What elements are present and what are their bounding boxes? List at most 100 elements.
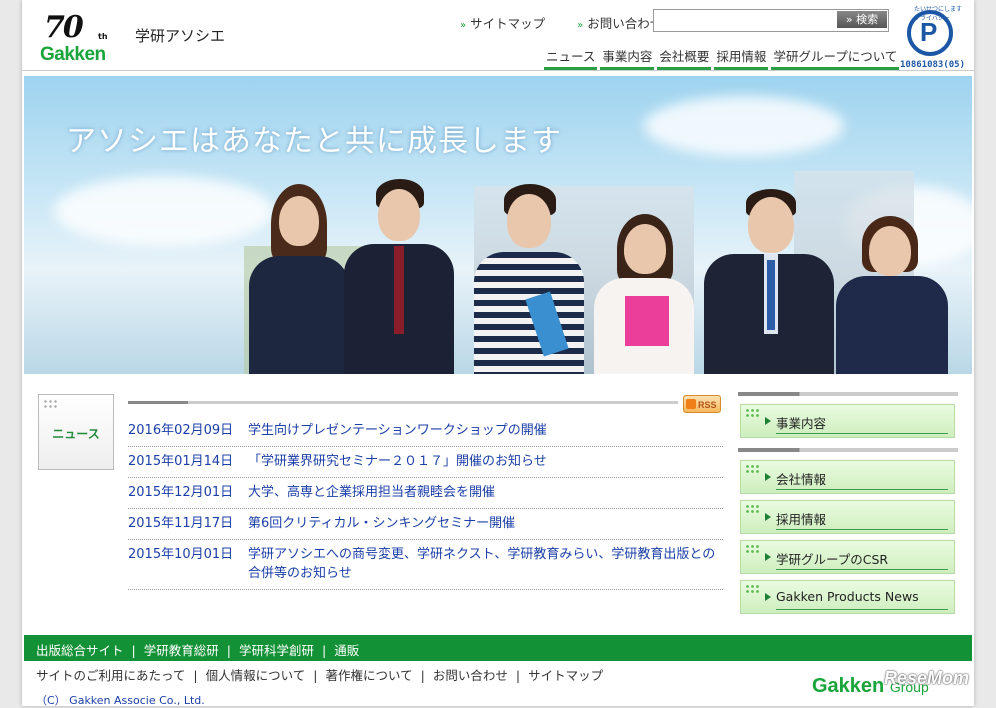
footer-link-terms[interactable]: サイトのご利用にあたって [36, 668, 185, 683]
footer-link-copyright[interactable]: 著作権について [325, 668, 412, 683]
news-title-link[interactable]: 大学、高専と企業採用担当者親睦会を開催 [248, 483, 723, 502]
side-item-csr[interactable]: 学研グループのCSR [740, 540, 955, 574]
news-item[interactable]: 2015年12月01日 大学、高専と企業採用担当者親睦会を開催 [128, 478, 723, 509]
nav-news[interactable]: ニュース [544, 46, 598, 70]
footer-link-science[interactable]: 学研科学創研 [239, 643, 314, 658]
rss-button[interactable]: RSS [683, 395, 721, 413]
nav-recruit[interactable]: 採用情報 [714, 46, 769, 70]
group-logo-word: Gakken [812, 675, 885, 697]
triangle-right-icon [765, 417, 771, 425]
top-link-sitemap[interactable]: » サイトマップ [460, 16, 559, 31]
side-item-label: 事業内容 [776, 416, 827, 431]
footer-link-shopping[interactable]: 通販 [334, 643, 359, 658]
nav-group[interactable]: 学研グループについて [771, 46, 900, 70]
side-item-label: Gakken Products News [776, 589, 919, 604]
footer-link-publishing[interactable]: 出版総合サイト [36, 643, 124, 658]
dot-grid-icon [43, 399, 59, 409]
search-box: » 検索 [653, 9, 889, 32]
dot-grid-icon [745, 504, 760, 514]
dot-grid-icon [745, 408, 760, 418]
side-item-company[interactable]: 会社情報 [740, 460, 955, 494]
hero-banner: アソシエはあなたと共に成長します [24, 76, 972, 374]
news-list: 2016年02月09日 学生向けプレゼンテーションワークショップの開催 2015年… [128, 416, 723, 590]
logo-anniversary: 70 [44, 10, 84, 45]
footer-sub-links: サイトのご利用にあたって | 個人情報について | 著作権について | お問い合わせ | サイト… [36, 665, 603, 684]
person-businesswoman [836, 216, 948, 374]
side-item-label: 会社情報 [776, 472, 827, 487]
side-divider [738, 392, 958, 396]
news-title-link[interactable]: 学研アソシエへの商号変更、学研ネクスト、学研教育みらい、学研教育出版との合併等の… [248, 545, 723, 583]
news-date: 2015年01月14日 [128, 454, 234, 469]
news-item[interactable]: 2016年02月09日 学生向けプレゼンテーションワークショップの開催 [128, 416, 723, 447]
dot-grid-icon [745, 464, 760, 474]
header-divider [22, 70, 974, 71]
news-item[interactable]: 2015年11月17日 第6回クリティカル・シンキングセミナー開催 [128, 509, 723, 540]
news-title-link[interactable]: 学生向けプレゼンテーションワークショップの開催 [248, 421, 723, 440]
side-item-products-news[interactable]: Gakken Products News [740, 580, 955, 614]
news-title-link[interactable]: 「学研業界研究セミナー２０１７」開催のお知らせ [248, 452, 723, 471]
top-link-label: お問い合わせ [587, 16, 663, 31]
separator: | [515, 668, 521, 683]
footer-group-links-bar: 出版総合サイト | 学研教育総研 | 学研科学創研 | 通販 [24, 635, 972, 661]
side-item-label: 学研グループのCSR [776, 552, 889, 567]
triangle-right-icon [765, 593, 771, 601]
person-college-boy [474, 184, 584, 374]
watermark: ReseMom [884, 668, 970, 688]
copyright-text: （C） Gakken Associe Co., Ltd. [36, 694, 205, 707]
separator: | [193, 668, 198, 683]
person-businessman [704, 189, 834, 374]
news-header-bar [128, 401, 678, 404]
news-title-link[interactable]: 第6回クリティカル・シンキングセミナー開催 [248, 514, 723, 533]
news-date: 2015年12月01日 [128, 485, 234, 500]
side-item-recruit[interactable]: 採用情報 [740, 500, 955, 534]
rss-label: RSS [698, 400, 717, 410]
privacy-mark-code: 10861083(05) [900, 60, 966, 70]
arrow-icon: » [460, 20, 467, 31]
side-divider [738, 448, 958, 452]
separator: | [321, 643, 327, 658]
hero-catchphrase: アソシエはあなたと共に成長します [66, 124, 562, 159]
news-heading: ニュース [52, 427, 100, 441]
arrow-icon: » [577, 20, 584, 31]
news-date: 2015年10月01日 [128, 547, 234, 562]
news-item[interactable]: 2015年10月01日 学研アソシエへの商号変更、学研ネクスト、学研教育みらい、学… [128, 540, 723, 590]
footer-link-privacy[interactable]: 個人情報について [206, 668, 306, 683]
search-button-label: 検索 [856, 13, 879, 26]
news-heading-box: ニュース [38, 394, 114, 470]
search-input[interactable] [656, 11, 838, 30]
footer-link-contact[interactable]: お問い合わせ [433, 668, 508, 683]
triangle-right-icon [765, 553, 771, 561]
search-button[interactable]: » 検索 [837, 11, 887, 28]
logo-wordmark: Gakken [40, 44, 106, 65]
side-menu: 事業内容 会社情報 採用情報 学研グループのCSR Gakken Product… [738, 392, 958, 620]
cloud [644, 96, 844, 156]
company-name: 学研アソシエ [135, 27, 226, 45]
separator: | [420, 668, 425, 683]
nav-company[interactable]: 会社概要 [657, 46, 712, 70]
logo-anniversary-suffix: th [98, 32, 108, 41]
nav-business[interactable]: 事業内容 [600, 46, 655, 70]
footer-link-sitemap[interactable]: サイトマップ [528, 668, 603, 683]
top-link-label: サイトマップ [470, 16, 546, 31]
separator: | [131, 643, 136, 658]
double-chevron-icon: » [845, 13, 853, 26]
dot-grid-icon [745, 584, 760, 594]
news-item[interactable]: 2015年01月14日 「学研業界研究セミナー２０１７」開催のお知らせ [128, 447, 723, 478]
global-nav: ニュース 事業内容 会社概要 採用情報 学研グループについて [544, 46, 902, 70]
news-date: 2015年11月17日 [128, 516, 234, 531]
privacy-mark[interactable]: たいせつにしますプライバシー P 10861083(05) [900, 4, 966, 70]
person-student-girl [249, 184, 349, 374]
cloud [54, 176, 274, 246]
dot-grid-icon [745, 544, 760, 554]
person-college-girl [589, 214, 699, 374]
rss-icon [686, 399, 696, 409]
side-item-business[interactable]: 事業内容 [740, 404, 955, 438]
footer-link-education-research[interactable]: 学研教育総研 [144, 643, 219, 658]
page: 70 th Gakken 学研アソシエ » サイトマップ » お問い合わせ » 検索… [22, 0, 974, 707]
triangle-right-icon [765, 473, 771, 481]
gakken-70th-logo[interactable]: 70 th Gakken [40, 10, 118, 66]
privacy-mark-letter: P [920, 17, 938, 47]
side-item-label: 採用情報 [776, 512, 827, 527]
separator: | [313, 668, 318, 683]
person-student-boy [344, 179, 454, 374]
